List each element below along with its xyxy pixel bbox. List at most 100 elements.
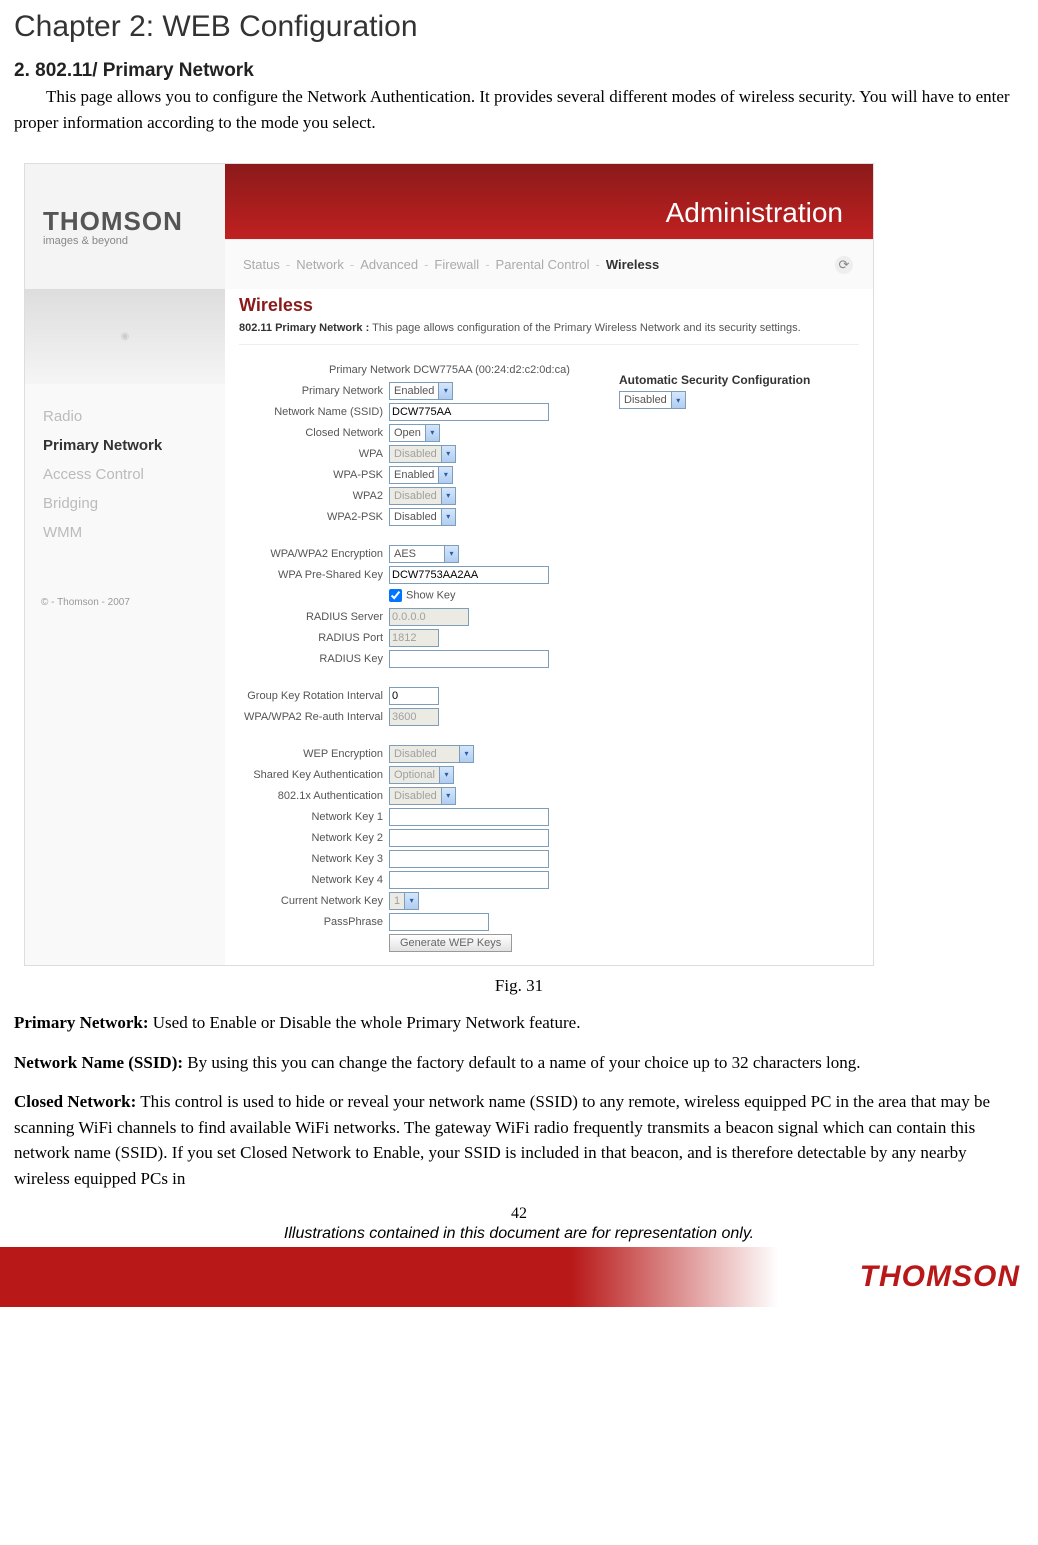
enc-label: WPA/WPA2 Encryption — [239, 548, 389, 560]
menu-network[interactable]: Network — [296, 257, 344, 272]
section-title: 2. 802.11/ Primary Network — [14, 60, 1024, 82]
content-heading: Wireless — [239, 295, 859, 316]
subheading-bold: 802.11 Primary Network : — [239, 322, 369, 334]
menu-wireless[interactable]: Wireless — [606, 257, 659, 272]
nk3-input[interactable] — [389, 850, 549, 868]
primary-network-select[interactable]: Enabled▾ — [389, 382, 453, 400]
curkey-select: 1▾ — [389, 892, 419, 910]
sidebar-item-access-control[interactable]: Access Control — [43, 460, 225, 489]
footer-thomson-logo: THOMSON — [860, 1260, 1020, 1294]
psk-label: WPA Pre-Shared Key — [239, 569, 389, 581]
chevron-down-icon: ▾ — [441, 788, 455, 804]
showkey-label: Show Key — [406, 589, 456, 601]
chevron-down-icon: ▾ — [438, 467, 452, 483]
logo-tagline: images & beyond — [43, 235, 128, 247]
autosec-title: Automatic Security Configuration — [619, 373, 810, 387]
sidebar-item-bridging[interactable]: Bridging — [43, 489, 225, 518]
autosec-select[interactable]: Disabled▾ — [619, 391, 686, 409]
shared-label: Shared Key Authentication — [239, 769, 389, 781]
chevron-down-icon: ▾ — [441, 509, 455, 525]
chevron-down-icon: ▾ — [438, 383, 452, 399]
chevron-down-icon: ▾ — [441, 446, 455, 462]
wep-select: Disabled▾ — [389, 745, 474, 763]
radius-port-label: RADIUS Port — [239, 632, 389, 644]
ssid-label: Network Name (SSID) — [239, 406, 389, 418]
desc-closed-network: Closed Network: This control is used to … — [14, 1089, 1024, 1191]
menu-parental[interactable]: Parental Control — [496, 257, 590, 272]
group-key-input[interactable] — [389, 687, 439, 705]
nk4-label: Network Key 4 — [239, 874, 389, 886]
pass-label: PassPhrase — [239, 916, 389, 928]
reauth-label: WPA/WPA2 Re-auth Interval — [239, 711, 389, 723]
wpapsk-label: WPA-PSK — [239, 469, 389, 481]
sidebar-item-radio[interactable]: Radio — [43, 402, 225, 431]
passphrase-input[interactable] — [389, 913, 489, 931]
chevron-down-icon: ▾ — [444, 546, 458, 562]
chevron-down-icon: ▾ — [441, 488, 455, 504]
illustration-note: Illustrations contained in this document… — [14, 1223, 1024, 1247]
nk3-label: Network Key 3 — [239, 853, 389, 865]
wpapsk-select[interactable]: Enabled▾ — [389, 466, 453, 484]
nk1-label: Network Key 1 — [239, 811, 389, 823]
psk-input[interactable] — [389, 566, 549, 584]
embedded-screenshot: THOMSON images & beyond Administration S… — [24, 163, 874, 966]
footer-band: THOMSON — [0, 1247, 1038, 1307]
refresh-icon[interactable]: ⟳ — [835, 256, 853, 274]
encryption-select[interactable]: AES▾ — [389, 545, 459, 563]
wpa-label: WPA — [239, 448, 389, 460]
chevron-down-icon: ▾ — [439, 767, 453, 783]
showkey-checkbox[interactable] — [389, 589, 402, 602]
primary-network-label: Primary Network — [239, 385, 389, 397]
curkey-label: Current Network Key — [239, 895, 389, 907]
desc-ssid: Network Name (SSID): By using this you c… — [14, 1050, 1024, 1076]
sidebar-copyright: © - Thomson - 2007 — [25, 587, 225, 618]
content-subheading: 802.11 Primary Network : This page allow… — [239, 322, 859, 345]
chevron-down-icon: ▾ — [459, 746, 473, 762]
logo-area: THOMSON images & beyond — [25, 164, 225, 289]
sidebar-item-wmm[interactable]: WMM — [43, 518, 225, 547]
chevron-down-icon: ▾ — [425, 425, 439, 441]
wep-label: WEP Encryption — [239, 748, 389, 760]
intro-paragraph: This page allows you to configure the Ne… — [14, 84, 1024, 135]
wpa2psk-label: WPA2-PSK — [239, 511, 389, 523]
sidebar-image: ◉ — [25, 289, 225, 384]
closed-label: Closed Network — [239, 427, 389, 439]
subheading-text: This page allows configuration of the Pr… — [369, 322, 800, 334]
chevron-down-icon: ▾ — [404, 893, 418, 909]
menu-advanced[interactable]: Advanced — [360, 257, 418, 272]
desc-primary-network: Primary Network: Used to Enable or Disab… — [14, 1010, 1024, 1036]
sidebar-item-primary-network[interactable]: Primary Network — [43, 431, 225, 460]
radius-key-label: RADIUS Key — [239, 653, 389, 665]
chevron-down-icon: ▾ — [671, 392, 685, 408]
chapter-title: Chapter 2: WEB Configuration — [14, 10, 1024, 44]
generate-wep-button[interactable]: Generate WEP Keys — [389, 934, 512, 952]
wpa-select: Disabled▾ — [389, 445, 456, 463]
wpa2-label: WPA2 — [239, 490, 389, 502]
intro-text: This page allows you to configure the Ne… — [14, 87, 1010, 132]
sidebar-nav: Radio Primary Network Access Control Bri… — [25, 384, 225, 587]
menu-status[interactable]: Status — [243, 257, 280, 272]
ssid-input[interactable] — [389, 403, 549, 421]
dot1x-label: 802.1x Authentication — [239, 790, 389, 802]
nk4-input[interactable] — [389, 871, 549, 889]
primary-network-header: Primary Network DCW775AA (00:24:d2:c2:0d… — [239, 364, 576, 376]
radius-key-input[interactable] — [389, 650, 549, 668]
closed-select[interactable]: Open▾ — [389, 424, 440, 442]
thomson-logo: THOMSON — [43, 206, 183, 237]
main-menu: Status- Network- Advanced- Firewall- Par… — [225, 239, 873, 289]
nk2-label: Network Key 2 — [239, 832, 389, 844]
wpa2-select: Disabled▾ — [389, 487, 456, 505]
admin-title: Administration — [666, 197, 843, 229]
dot1x-select: Disabled▾ — [389, 787, 456, 805]
menu-firewall[interactable]: Firewall — [434, 257, 479, 272]
wpa2psk-select[interactable]: Disabled▾ — [389, 508, 456, 526]
shared-select: Optional▾ — [389, 766, 454, 784]
group-key-label: Group Key Rotation Interval — [239, 690, 389, 702]
radius-server-label: RADIUS Server — [239, 611, 389, 623]
reauth-input — [389, 708, 439, 726]
figure-caption: Fig. 31 — [14, 976, 1024, 996]
page-number: 42 — [14, 1205, 1024, 1223]
nk1-input[interactable] — [389, 808, 549, 826]
admin-header-bar: Administration — [225, 164, 873, 239]
nk2-input[interactable] — [389, 829, 549, 847]
